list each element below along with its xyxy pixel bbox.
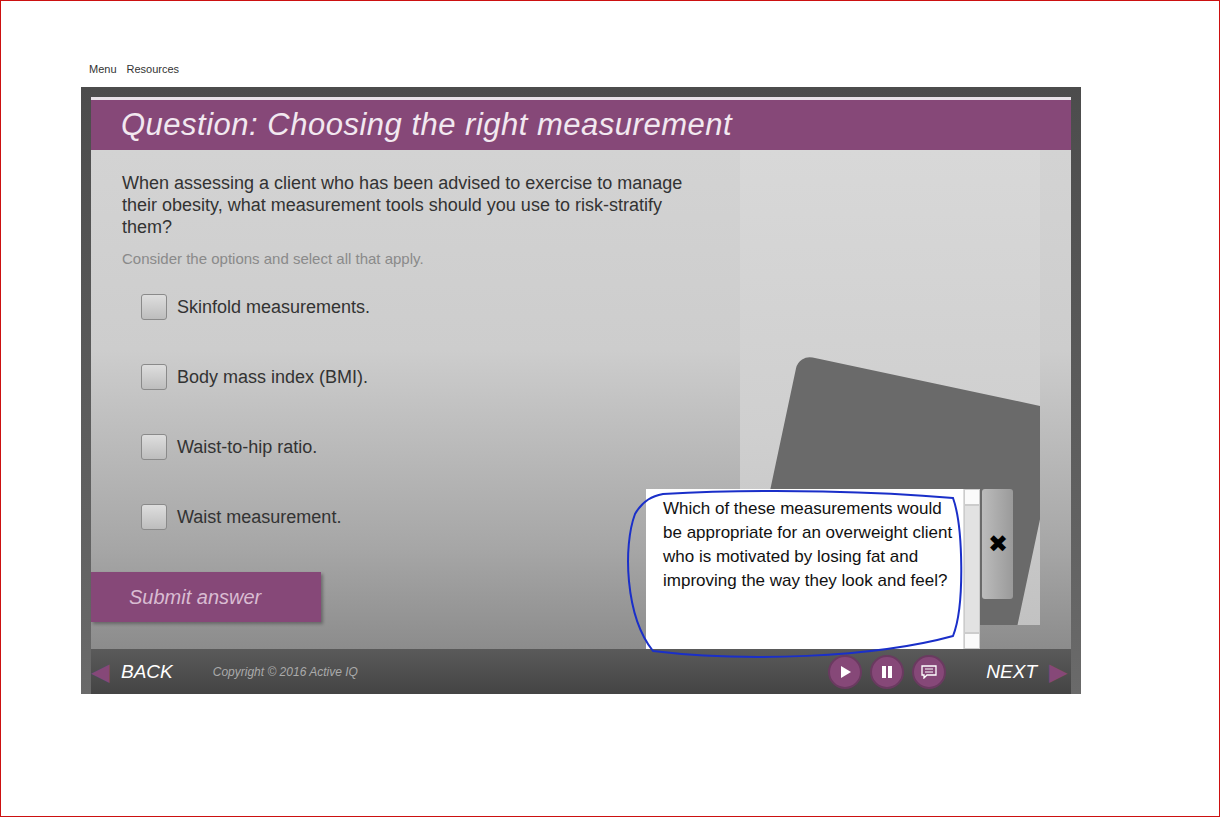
option-row[interactable]: Waist-to-hip ratio.: [141, 434, 740, 460]
close-button[interactable]: ✖: [982, 489, 1013, 599]
question-panel: When assessing a client who has been adv…: [91, 150, 740, 649]
next-arrow-icon: ▶: [1049, 658, 1067, 686]
title: Question: Choosing the right measurement: [121, 107, 732, 143]
submit-button[interactable]: Submit answer: [91, 572, 321, 622]
scrollbar[interactable]: [963, 489, 980, 649]
pause-button[interactable]: [870, 655, 904, 689]
scroll-thumb[interactable]: [964, 505, 980, 633]
checkbox[interactable]: [141, 364, 167, 390]
back-label: BACK: [121, 661, 173, 683]
tooltip-text: Which of these measurements would be app…: [646, 489, 963, 649]
course-player: Question: Choosing the right measurement…: [81, 87, 1081, 694]
back-button[interactable]: ◀ BACK: [91, 658, 173, 686]
checkbox[interactable]: [141, 504, 167, 530]
page: Menu Resources Question: Choosing the righ…: [0, 0, 1220, 817]
top-nav: Menu Resources: [81, 63, 1219, 81]
footer-bar: ◀ BACK Copyright © 2016 Active IQ NEXT ▶: [91, 649, 1071, 694]
scroll-down-icon[interactable]: [964, 633, 980, 649]
pause-icon: [880, 665, 894, 679]
option-row[interactable]: Skinfold measurements.: [141, 294, 740, 320]
option-label: Waist-to-hip ratio.: [177, 437, 317, 458]
transcript-button[interactable]: [912, 655, 946, 689]
tooltip: Which of these measurements would be app…: [646, 489, 980, 649]
title-bar: Question: Choosing the right measurement: [91, 97, 1071, 150]
next-label: NEXT: [986, 661, 1037, 683]
media-controls: [828, 655, 946, 689]
copyright: Copyright © 2016 Active IQ: [213, 665, 358, 679]
scroll-up-icon[interactable]: [964, 489, 980, 505]
content-area: When assessing a client who has been adv…: [91, 150, 1071, 649]
option-label: Waist measurement.: [177, 507, 341, 528]
checkbox[interactable]: [141, 294, 167, 320]
option-row[interactable]: Body mass index (BMI).: [141, 364, 740, 390]
option-label: Skinfold measurements.: [177, 297, 370, 318]
play-button[interactable]: [828, 655, 862, 689]
option-label: Body mass index (BMI).: [177, 367, 368, 388]
next-button[interactable]: NEXT ▶: [986, 658, 1071, 686]
instruction-text: Consider the options and select all that…: [122, 250, 740, 267]
nav-link[interactable]: Resources: [127, 63, 180, 81]
question-text: When assessing a client who has been adv…: [122, 172, 712, 238]
speech-bubble-icon: [921, 665, 937, 679]
play-icon: [838, 665, 852, 679]
back-arrow-icon: ◀: [91, 658, 109, 686]
nav-link[interactable]: Menu: [89, 63, 117, 81]
checkbox[interactable]: [141, 434, 167, 460]
